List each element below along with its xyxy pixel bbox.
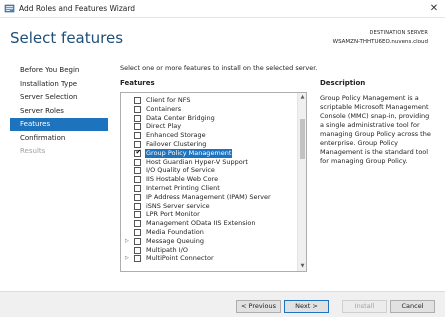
feature-checkbox[interactable] [134, 97, 141, 104]
title-bar: Add Roles and Features Wizard ✕ [0, 0, 445, 18]
feature-label[interactable]: Group Policy Management [145, 148, 233, 158]
feature-row[interactable]: Enhanced Storage [121, 131, 297, 140]
nav-item-server-roles[interactable]: Server Roles [10, 105, 108, 118]
intro-text: Select one or more features to install o… [120, 64, 318, 72]
feature-row[interactable]: ▷ MultiPoint Connector [121, 254, 297, 263]
scroll-thumb[interactable] [300, 119, 305, 159]
wizard-header: Select features DESTINATION SERVER WSAMZ… [0, 18, 445, 56]
cancel-button[interactable]: Cancel [390, 300, 435, 313]
feature-checkbox[interactable] [134, 123, 141, 131]
features-scrollbar[interactable]: ▲ ▼ [297, 93, 306, 271]
page-title: Select features [10, 29, 124, 47]
wizard-footer: < Previous Next > Install Cancel [0, 291, 445, 317]
feature-label[interactable]: I/O Quality of Service [145, 166, 216, 175]
feature-row[interactable]: Client for NFS [121, 96, 297, 105]
feature-row[interactable]: Host Guardian Hyper-V Support [121, 158, 297, 167]
feature-checkbox[interactable] [134, 193, 141, 201]
feature-label[interactable]: Media Foundation [145, 228, 205, 237]
destination-server-label: DESTINATION SERVER [369, 30, 428, 36]
checkmark-icon: ✔ [135, 148, 142, 157]
feature-checkbox[interactable] [134, 202, 141, 210]
feature-checkbox[interactable] [134, 211, 141, 219]
nav-item-server-selection[interactable]: Server Selection [10, 91, 108, 104]
nav-item-installation-type[interactable]: Installation Type [10, 78, 108, 91]
feature-checkbox[interactable] [134, 132, 141, 140]
feature-row[interactable]: Data Center Bridging [121, 114, 297, 123]
nav-item-before-you-begin[interactable]: Before You Begin [10, 64, 108, 77]
install-button: Install [342, 300, 387, 313]
feature-label[interactable]: Multipath I/O [145, 246, 189, 255]
feature-label[interactable]: Management OData IIS Extension [145, 219, 257, 228]
feature-label[interactable]: Failover Clustering [145, 140, 207, 149]
feature-label[interactable]: Internet Printing Client [145, 184, 221, 193]
feature-checkbox[interactable] [134, 237, 141, 245]
feature-label[interactable]: Direct Play [145, 122, 182, 131]
feature-checkbox[interactable] [134, 105, 141, 113]
feature-label[interactable]: iSNS Server service [145, 202, 211, 211]
nav-item-results: Results [20, 147, 46, 155]
feature-row[interactable]: Multipath I/O [121, 246, 297, 255]
feature-row[interactable]: Failover Clustering [121, 140, 297, 149]
feature-label[interactable]: MultiPoint Connector [145, 254, 215, 263]
feature-label[interactable]: Client for NFS [145, 96, 192, 105]
feature-checkbox[interactable]: ✔ [134, 148, 142, 157]
server-manager-icon [4, 4, 15, 13]
feature-checkbox[interactable] [134, 167, 141, 175]
feature-row[interactable]: Management OData IIS Extension [121, 219, 297, 228]
feature-row[interactable]: iSNS Server service [121, 202, 297, 211]
features-list[interactable]: Client for NFS Containers Data Center Brid… [120, 92, 307, 272]
nav-item-features[interactable]: Features [10, 118, 108, 131]
feature-label[interactable]: IP Address Management (IPAM) Server [145, 193, 272, 202]
feature-checkbox[interactable] [134, 255, 141, 263]
feature-row[interactable]: Containers [121, 105, 297, 114]
feature-row[interactable]: LPR Port Monitor [121, 210, 297, 219]
feature-checkbox[interactable] [134, 114, 141, 122]
feature-checkbox[interactable] [134, 158, 141, 166]
feature-row[interactable]: ✔ Group Policy Management [121, 148, 297, 158]
expand-arrow-icon[interactable]: ▷ [125, 237, 129, 246]
feature-label[interactable]: Data Center Bridging [145, 114, 216, 123]
scroll-up-icon[interactable]: ▲ [299, 94, 306, 101]
feature-label[interactable]: LPR Port Monitor [145, 210, 201, 219]
close-icon[interactable]: ✕ [426, 1, 442, 16]
feature-row[interactable]: Internet Printing Client [121, 184, 297, 193]
feature-label[interactable]: Containers [145, 105, 182, 114]
feature-row[interactable]: IIS Hostable Web Core [121, 175, 297, 184]
nav-item-confirmation[interactable]: Confirmation [10, 132, 108, 145]
feature-checkbox[interactable] [134, 141, 141, 148]
description-heading: Description [320, 79, 366, 87]
feature-checkbox[interactable] [134, 185, 141, 192]
description-text: Group Policy Management is a scriptable … [320, 94, 431, 165]
features-heading: Features [120, 79, 155, 87]
destination-server-value: WSAMZN-THHTU6EO.nuvens.cloud [332, 39, 428, 45]
expand-arrow-icon[interactable]: ▷ [125, 254, 129, 263]
feature-label[interactable]: IIS Hostable Web Core [145, 175, 219, 184]
next-button[interactable]: Next > [284, 300, 329, 313]
feature-label[interactable]: Enhanced Storage [145, 131, 207, 140]
feature-row[interactable]: I/O Quality of Service [121, 166, 297, 175]
feature-checkbox[interactable] [134, 246, 141, 254]
previous-button[interactable]: < Previous [236, 300, 281, 313]
feature-checkbox[interactable] [134, 176, 141, 184]
feature-row[interactable]: Direct Play [121, 122, 297, 131]
feature-label[interactable]: Host Guardian Hyper-V Support [145, 158, 249, 167]
feature-row[interactable]: Media Foundation [121, 228, 297, 237]
feature-checkbox[interactable] [134, 229, 141, 236]
feature-row[interactable]: IP Address Management (IPAM) Server [121, 193, 297, 202]
wizard-nav: Before You Begin Installation Type Serve… [10, 64, 108, 159]
feature-label[interactable]: Message Queuing [145, 237, 205, 246]
feature-row[interactable]: ▷ Message Queuing [121, 237, 297, 246]
scroll-down-icon[interactable]: ▼ [299, 263, 306, 270]
feature-checkbox[interactable] [134, 220, 141, 228]
window-title: Add Roles and Features Wizard [19, 4, 136, 13]
